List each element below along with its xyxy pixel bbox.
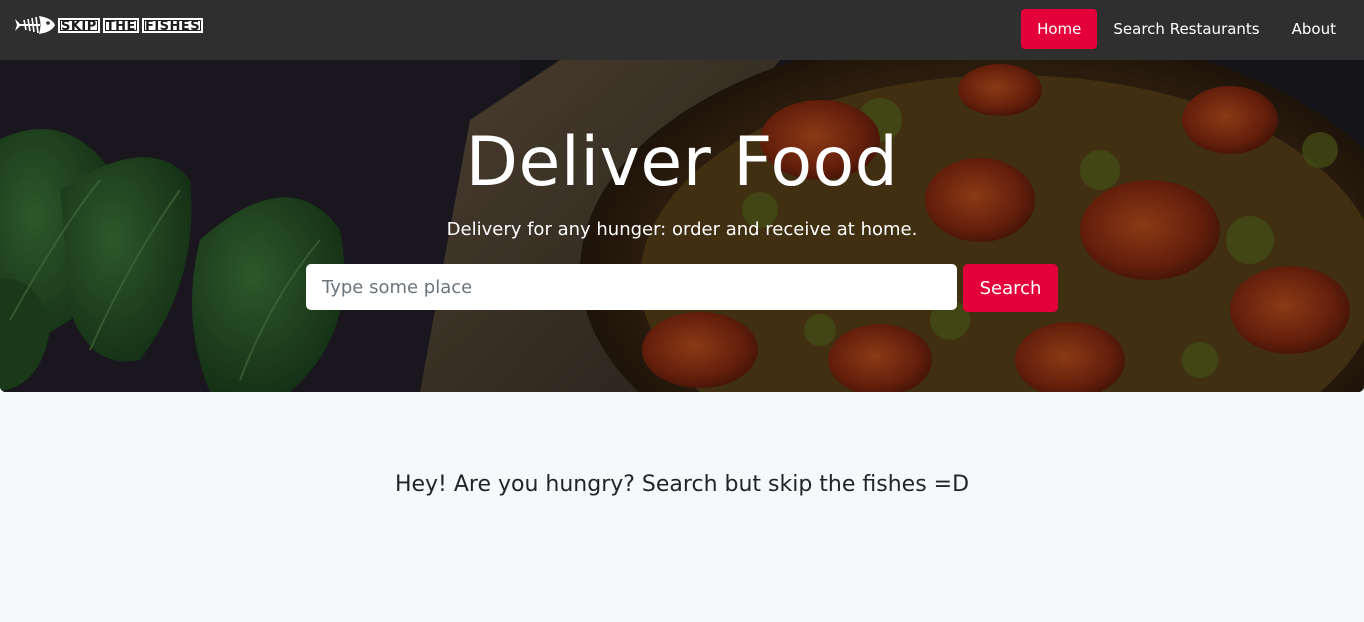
hero-title: Deliver Food [465,123,899,202]
nav-links: Home Search Restaurants About [1021,9,1352,49]
nav-link-home[interactable]: Home [1021,9,1098,49]
brand-logo[interactable]: SKIP THE FISHES [14,12,204,38]
search-input[interactable] [306,264,957,310]
nav-link-about[interactable]: About [1276,9,1352,49]
hero-subtitle: Delivery for any hunger: order and recei… [446,219,918,240]
brand-word-fishes: FISHES [141,17,204,34]
hungry-tagline: Hey! Are you hungry? Search but skip the… [394,472,970,497]
search-button[interactable]: Search [963,264,1058,312]
brand-wordmark: SKIP THE FISHES [58,17,204,34]
fish-skeleton-icon [15,16,55,34]
navbar: SKIP THE FISHES Home Search Restaurants … [0,0,1364,60]
nav-link-search-restaurants[interactable]: Search Restaurants [1097,9,1275,49]
brand-word-skip: SKIP [58,17,100,34]
hero-banner: Deliver Food Delivery for any hunger: or… [0,60,1364,392]
brand-word-the: THE [102,17,139,34]
